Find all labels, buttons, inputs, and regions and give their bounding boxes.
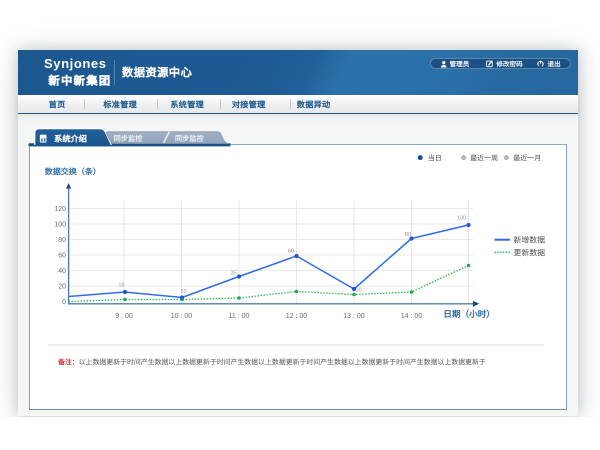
svg-text:10: 10 bbox=[180, 289, 186, 295]
svg-text:35: 35 bbox=[230, 271, 236, 277]
svg-text:14 : 00: 14 : 00 bbox=[401, 313, 423, 320]
svg-text:0: 0 bbox=[62, 299, 66, 306]
svg-text:120: 120 bbox=[54, 206, 66, 213]
svg-text:10: 10 bbox=[355, 288, 361, 294]
svg-text:11 : 00: 11 : 00 bbox=[229, 313, 250, 320]
svg-text:12 : 00: 12 : 00 bbox=[286, 313, 308, 320]
svg-text:60: 60 bbox=[288, 249, 294, 255]
svg-text:10 : 00: 10 : 00 bbox=[171, 313, 193, 320]
svg-text:13 : 00: 13 : 00 bbox=[343, 313, 365, 320]
svg-text:100: 100 bbox=[457, 216, 466, 222]
svg-text:18: 18 bbox=[118, 283, 124, 289]
svg-text:60: 60 bbox=[58, 252, 66, 259]
svg-text:100: 100 bbox=[54, 221, 66, 228]
svg-text:9 : 00: 9 : 00 bbox=[115, 313, 133, 320]
svg-text:20: 20 bbox=[58, 283, 66, 290]
svg-text:80: 80 bbox=[58, 237, 66, 244]
svg-text:80: 80 bbox=[405, 232, 411, 238]
svg-text:40: 40 bbox=[58, 268, 66, 275]
